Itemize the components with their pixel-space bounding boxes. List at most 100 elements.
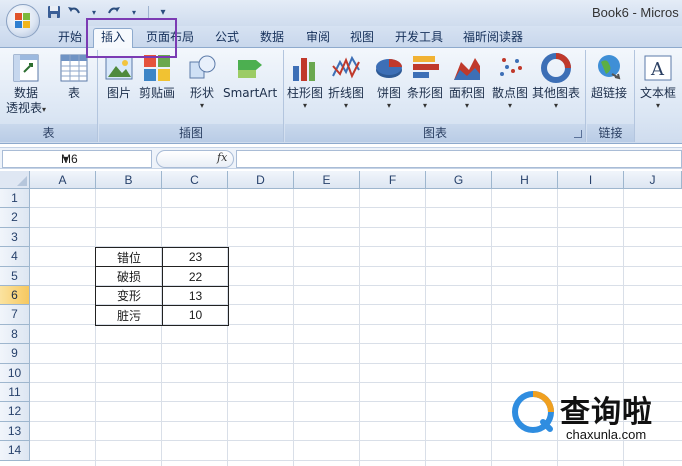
smartart-icon bbox=[234, 52, 266, 84]
table-button[interactable]: 表 bbox=[58, 52, 90, 101]
column-header-g[interactable]: G bbox=[426, 171, 492, 189]
tab-view[interactable]: 视图 bbox=[350, 29, 374, 48]
picture-label: 图片 bbox=[106, 86, 131, 100]
line-chart-button[interactable]: 折线图 ▾ bbox=[328, 52, 364, 110]
scatter-chart-label: 散点图 bbox=[492, 86, 529, 100]
cell-b4[interactable]: 错位 bbox=[95, 246, 163, 268]
table-group: 数据 透视表▾ 表 表 bbox=[0, 50, 98, 142]
chevron-down-icon[interactable]: ▾ bbox=[126, 4, 142, 20]
row-header-3[interactable]: 3 bbox=[0, 227, 30, 248]
name-box[interactable]: M6 ▼ bbox=[2, 150, 152, 168]
table-group-label: 表 bbox=[0, 124, 97, 142]
area-chart-button[interactable]: 面积图 ▾ bbox=[449, 52, 485, 110]
dialog-launcher-icon[interactable] bbox=[574, 130, 582, 138]
insert-function-icon[interactable]: fx bbox=[217, 151, 227, 164]
row-header-5[interactable]: 5 bbox=[0, 266, 30, 286]
chevron-down-icon: ▾ bbox=[303, 101, 308, 110]
column-header-i[interactable]: I bbox=[558, 171, 624, 189]
pie-chart-button[interactable]: 饼图 ▾ bbox=[373, 52, 405, 110]
line-chart-icon bbox=[330, 52, 362, 84]
column-header-j[interactable]: J bbox=[624, 171, 682, 189]
column-header-a[interactable]: A bbox=[30, 171, 96, 189]
tab-review[interactable]: 审阅 bbox=[306, 29, 330, 48]
column-header-h[interactable]: H bbox=[492, 171, 558, 189]
redo-icon[interactable] bbox=[106, 4, 122, 20]
tab-foxit-reader[interactable]: 福昕阅读器 bbox=[463, 29, 523, 48]
row-header-13[interactable]: 13 bbox=[0, 421, 30, 442]
column-chart-button[interactable]: 柱形图 ▾ bbox=[287, 52, 323, 110]
tab-page-layout[interactable]: 页面布局 bbox=[146, 29, 194, 48]
chevron-down-icon: ▾ bbox=[554, 101, 559, 110]
cell-c6[interactable]: 13 bbox=[162, 285, 229, 307]
row-header-8[interactable]: 8 bbox=[0, 324, 30, 345]
cell-b6[interactable]: 变形 bbox=[95, 285, 163, 307]
pivot-table-label-2: 透视表▾ bbox=[6, 101, 47, 115]
quick-access-toolbar: ▾ ▾ ▾ bbox=[46, 3, 171, 21]
cell-c7[interactable]: 10 bbox=[162, 305, 229, 326]
row-header-1[interactable]: 1 bbox=[0, 189, 30, 209]
column-chart-icon bbox=[289, 52, 321, 84]
tab-home[interactable]: 开始 bbox=[58, 29, 82, 48]
row-header-9[interactable]: 9 bbox=[0, 344, 30, 364]
cell-c4[interactable]: 23 bbox=[162, 246, 229, 268]
formula-input[interactable] bbox=[236, 150, 682, 168]
undo-icon[interactable] bbox=[66, 4, 82, 20]
text-box-button[interactable]: A 文本框 ▾ bbox=[640, 52, 676, 110]
row-header-6[interactable]: 6 bbox=[0, 286, 30, 306]
customize-toolbar-icon[interactable]: ▾ bbox=[155, 4, 171, 20]
pivot-table-button[interactable]: 数据 透视表▾ bbox=[6, 52, 46, 116]
shapes-button[interactable]: 形状 ▾ bbox=[186, 52, 218, 110]
grid-line bbox=[491, 189, 492, 466]
table-row: 脏污 10 bbox=[95, 305, 229, 326]
chevron-down-icon: ▾ bbox=[42, 105, 47, 114]
tab-developer[interactable]: 开发工具 bbox=[395, 29, 443, 48]
cell-c5[interactable]: 22 bbox=[162, 266, 229, 287]
grid-line bbox=[359, 189, 360, 466]
save-icon[interactable] bbox=[46, 4, 62, 20]
office-button[interactable] bbox=[6, 4, 40, 38]
chevron-down-icon[interactable]: ▼ bbox=[61, 154, 148, 164]
charts-group-label: 图表 bbox=[285, 124, 585, 142]
row-header-4[interactable]: 4 bbox=[0, 247, 30, 267]
row-header-10[interactable]: 10 bbox=[0, 363, 30, 383]
ribbon: 数据 透视表▾ 表 表 图片 剪贴画 形状 ▾ SmartArt 插图 柱形图 … bbox=[0, 48, 682, 144]
column-header-b[interactable]: B bbox=[96, 171, 162, 189]
chevron-down-icon[interactable]: ▾ bbox=[86, 4, 102, 20]
tab-data[interactable]: 数据 bbox=[260, 29, 284, 48]
cell-b5[interactable]: 破损 bbox=[95, 266, 163, 287]
title-bar: ▾ ▾ ▾ Book6 - Micros bbox=[0, 0, 682, 26]
picture-button[interactable]: 图片 bbox=[103, 52, 135, 101]
chevron-down-icon: ▾ bbox=[656, 101, 661, 110]
column-header-e[interactable]: E bbox=[294, 171, 360, 189]
fx-area: fx bbox=[156, 150, 234, 168]
grid-line bbox=[30, 362, 682, 364]
line-chart-label: 折线图 bbox=[328, 86, 365, 100]
row-header-14[interactable]: 14 bbox=[0, 441, 30, 461]
row-header-2[interactable]: 2 bbox=[0, 208, 30, 228]
column-header-d[interactable]: D bbox=[228, 171, 294, 189]
bar-chart-label: 条形图 bbox=[407, 86, 444, 100]
row-header-11[interactable]: 11 bbox=[0, 383, 30, 403]
row-header-7[interactable]: 7 bbox=[0, 305, 30, 325]
column-header-c[interactable]: C bbox=[162, 171, 228, 189]
scatter-chart-button[interactable]: 散点图 ▾ bbox=[492, 52, 528, 110]
charts-group: 柱形图 ▾ 折线图 ▾ 饼图 ▾ 条形图 ▾ 面积图 ▾ 散点图 ▾ 其他图表 … bbox=[285, 50, 586, 142]
cell-b7[interactable]: 脏污 bbox=[95, 305, 163, 326]
watermark-text: 查询啦 bbox=[560, 395, 653, 430]
window-title: Book6 - Micros bbox=[592, 5, 679, 20]
hyperlink-button[interactable]: 超链接 bbox=[591, 52, 627, 101]
select-all-button[interactable] bbox=[0, 171, 30, 189]
bar-chart-button[interactable]: 条形图 ▾ bbox=[407, 52, 443, 110]
tab-insert[interactable]: 插入 bbox=[93, 28, 134, 49]
other-charts-button[interactable]: 其他图表 ▾ bbox=[532, 52, 580, 110]
pivot-table-icon bbox=[10, 52, 42, 84]
table-row: 破损 22 bbox=[95, 266, 229, 287]
grid-line bbox=[30, 226, 682, 228]
links-group: 超链接 链接 bbox=[587, 50, 635, 142]
tab-formulas[interactable]: 公式 bbox=[215, 29, 239, 48]
smartart-button[interactable]: SmartArt bbox=[223, 52, 277, 101]
column-header-f[interactable]: F bbox=[360, 171, 426, 189]
clip-art-button[interactable]: 剪贴画 bbox=[139, 52, 175, 101]
row-header-12[interactable]: 12 bbox=[0, 402, 30, 422]
shapes-label: 形状 bbox=[189, 86, 214, 100]
